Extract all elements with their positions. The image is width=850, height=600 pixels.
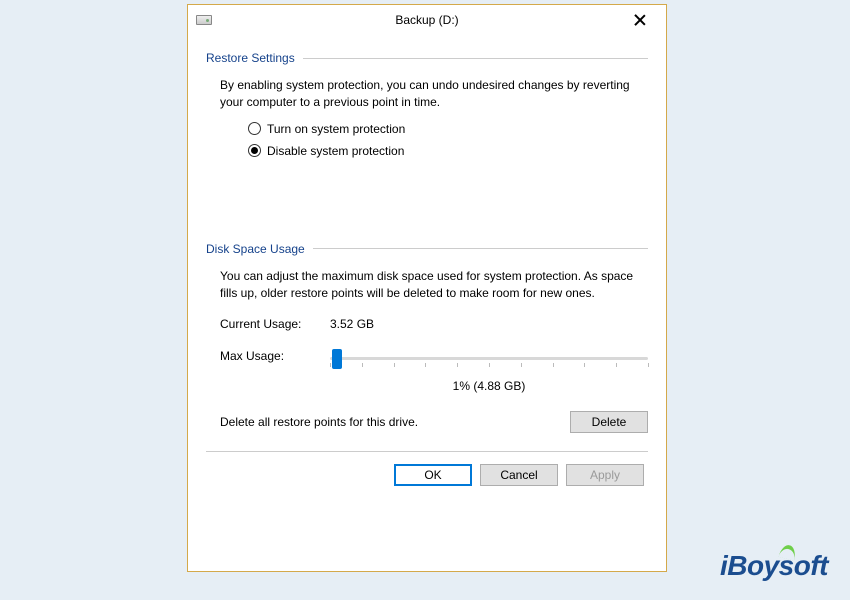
- slider-value-label: 1% (4.88 GB): [330, 379, 648, 393]
- ok-button-label: OK: [424, 468, 441, 482]
- dialog-buttons: OK Cancel Apply: [206, 464, 648, 486]
- system-protection-dialog: Backup (D:) Restore Settings By enabling…: [187, 4, 667, 572]
- disk-space-header: Disk Space Usage: [206, 242, 648, 256]
- restore-settings-header: Restore Settings: [206, 51, 648, 65]
- delete-button-label: Delete: [592, 415, 627, 429]
- slider-ticks: [330, 363, 648, 369]
- ok-button[interactable]: OK: [394, 464, 472, 486]
- protection-radio-group: Turn on system protection Disable system…: [206, 122, 648, 158]
- delete-description: Delete all restore points for this drive…: [220, 415, 418, 429]
- max-usage-row: Max Usage: 1% (4.88 GB): [206, 349, 648, 393]
- radio-disable[interactable]: Disable system protection: [248, 144, 648, 158]
- cancel-button-label: Cancel: [500, 468, 537, 482]
- radio-icon: [248, 122, 261, 135]
- radio-icon-selected: [248, 144, 261, 157]
- dialog-content: Restore Settings By enabling system prot…: [188, 35, 666, 498]
- current-usage-value: 3.52 GB: [330, 317, 374, 331]
- disk-space-label: Disk Space Usage: [206, 242, 313, 256]
- apply-button-label: Apply: [590, 468, 620, 482]
- max-usage-slider[interactable]: 1% (4.88 GB): [330, 349, 648, 393]
- watermark-logo: iBoysoft: [720, 550, 828, 582]
- spacer: [206, 166, 648, 226]
- close-icon: [634, 14, 646, 26]
- slider-track: [330, 357, 648, 360]
- max-usage-label: Max Usage:: [220, 349, 330, 363]
- divider-line: [313, 248, 648, 249]
- apply-button: Apply: [566, 464, 644, 486]
- window-title: Backup (D:): [188, 13, 666, 27]
- divider-line: [303, 58, 648, 59]
- cancel-button[interactable]: Cancel: [480, 464, 558, 486]
- titlebar: Backup (D:): [188, 5, 666, 35]
- close-button[interactable]: [620, 6, 660, 34]
- restore-description: By enabling system protection, you can u…: [206, 77, 648, 112]
- current-usage-label: Current Usage:: [220, 317, 330, 331]
- restore-settings-label: Restore Settings: [206, 51, 303, 65]
- bottom-divider: [206, 451, 648, 452]
- radio-disable-label: Disable system protection: [267, 144, 404, 158]
- disk-description: You can adjust the maximum disk space us…: [206, 268, 648, 303]
- current-usage-row: Current Usage: 3.52 GB: [206, 317, 648, 331]
- delete-row: Delete all restore points for this drive…: [206, 411, 648, 433]
- radio-turn-on[interactable]: Turn on system protection: [248, 122, 648, 136]
- radio-turn-on-label: Turn on system protection: [267, 122, 405, 136]
- delete-button[interactable]: Delete: [570, 411, 648, 433]
